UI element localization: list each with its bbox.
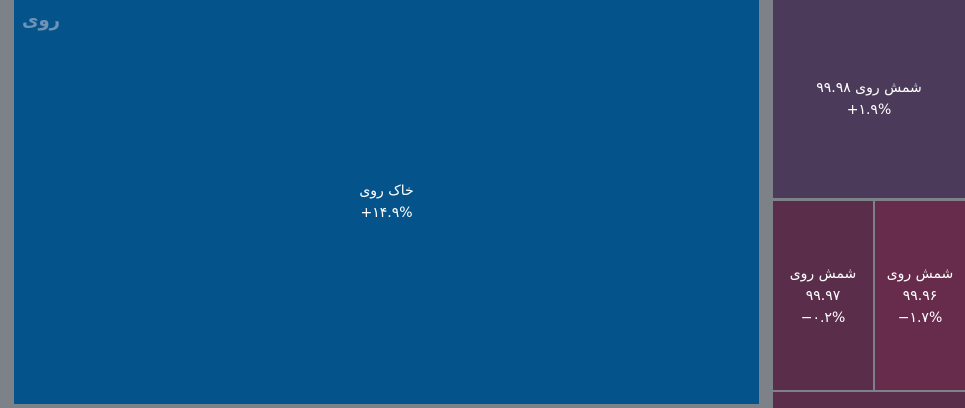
tile-label: شمش روی ۹۹.۹۷ bbox=[789, 265, 857, 304]
treemap-chart: خاک روی +۱۴.۹% شمش روی ۹۹.۹۸ +۱.۹% شمش روی ۹… bbox=[0, 0, 965, 408]
tile-change: −۱.۷% bbox=[897, 309, 943, 326]
tile-change: +۱.۹% bbox=[846, 102, 892, 118]
tile-change: −۰.۲% bbox=[800, 309, 846, 326]
tile-small[interactable] bbox=[773, 392, 965, 408]
tile-shemsh-roi-9996[interactable]: شمش روی ۹۹.۹۶ −۱.۷% bbox=[875, 201, 965, 390]
tile-shemsh-roi-9997[interactable]: شمش روی ۹۹.۹۷ −۰.۲% bbox=[773, 201, 873, 390]
tile-label: خاک روی bbox=[359, 183, 414, 199]
tile-khak-roi[interactable]: خاک روی +۱۴.۹% bbox=[14, 0, 759, 404]
group-title: روی bbox=[22, 10, 61, 31]
tile-shemsh-roi-9998[interactable]: شمش روی ۹۹.۹۸ +۱.۹% bbox=[773, 0, 965, 198]
tile-change: +۱۴.۹% bbox=[360, 205, 413, 221]
tile-label: شمش روی ۹۹.۹۶ bbox=[886, 265, 954, 304]
tile-label: شمش روی ۹۹.۹۸ bbox=[816, 80, 922, 96]
